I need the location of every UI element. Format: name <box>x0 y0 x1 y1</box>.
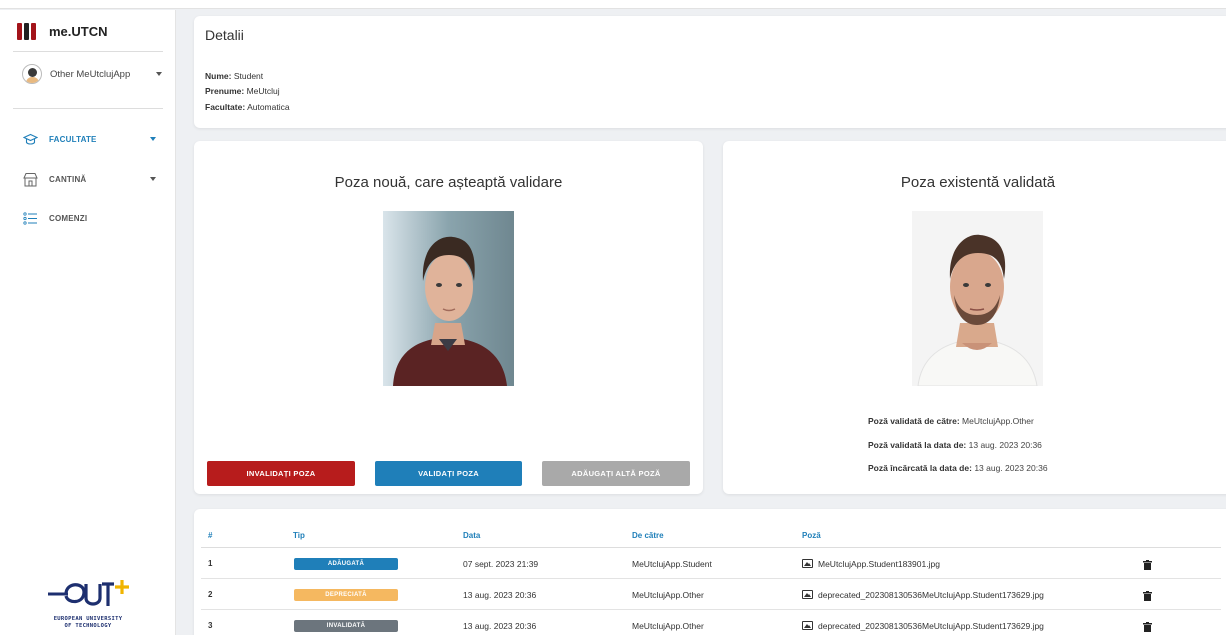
details-card: Detalii Nume: Student Prenume: MeUtcluj … <box>194 16 1226 128</box>
row-file-link[interactable]: deprecated_202308130536MeUtclujApp.Stude… <box>802 590 1044 600</box>
trash-icon[interactable] <box>1143 619 1152 632</box>
sidebar-item-facultate[interactable]: FACULTATE <box>22 129 156 149</box>
eut-logo-text-2: OF TECHNOLOGY <box>64 623 112 629</box>
validate-photo-button[interactable]: VALIDAȚI POZA <box>375 461 522 486</box>
user-menu[interactable]: Other MeUtclujApp <box>22 64 162 84</box>
image-icon <box>802 590 813 599</box>
sidebar-item-comenzi[interactable]: COMENZI <box>22 208 156 228</box>
existing-photo-title: Poza existentă validată <box>900 174 1056 191</box>
validated-by-row: Poză validată de către: MeUtclujApp.Othe… <box>868 416 1034 426</box>
chevron-down-icon <box>150 177 156 181</box>
graduation-cap-icon <box>22 131 38 147</box>
canteen-icon <box>22 171 38 187</box>
row-num: 1 <box>208 559 213 568</box>
eut-logo: EUROPEAN UNIVERSITY OF TECHNOLOGY <box>28 576 148 630</box>
row-file-link[interactable]: MeUtclujApp.Student183901.jpg <box>802 559 940 569</box>
validated-by-value: MeUtclujApp.Other <box>962 416 1034 426</box>
prenume-label: Prenume: <box>205 86 245 96</box>
photo-history-table: # Tip Data De către Poză 1 ADĂUGATĂ 07 s… <box>194 509 1226 635</box>
table-row: 2 DEPRECIATĂ 13 aug. 2023 20:36 MeUtcluj… <box>201 580 1221 610</box>
column-header-data[interactable]: Data <box>463 531 480 540</box>
new-photo-image <box>383 211 514 386</box>
validated-at-value: 13 aug. 2023 20:36 <box>968 440 1042 450</box>
divider <box>201 547 1221 548</box>
invalidate-photo-button[interactable]: INVALIDAȚI POZA <box>207 461 355 486</box>
chevron-down-icon <box>150 137 156 141</box>
top-bar <box>0 0 1226 9</box>
row-by: MeUtclujApp.Other <box>632 590 704 600</box>
nume-label: Nume: <box>205 71 232 81</box>
sidebar-item-label: FACULTATE <box>49 134 97 144</box>
sidebar-item-cantina[interactable]: CANTINĂ <box>22 169 156 189</box>
row-by: MeUtclujApp.Other <box>632 621 704 631</box>
column-header-de-catre[interactable]: De către <box>632 531 664 540</box>
facultate-label: Facultate: <box>205 102 246 112</box>
sidebar-item-label: CANTINĂ <box>49 174 87 184</box>
validated-by-label: Poză validată de către: <box>868 416 960 426</box>
row-date: 13 aug. 2023 20:36 <box>463 621 537 631</box>
eut-logo-text-1: EUROPEAN UNIVERSITY <box>53 616 123 622</box>
status-badge: ADĂUGATĂ <box>294 558 398 570</box>
divider <box>13 51 163 52</box>
row-file-name: deprecated_202308130536MeUtclujApp.Stude… <box>818 621 1044 631</box>
uploaded-at-row: Poză încărcată la data de: 13 aug. 2023 … <box>868 463 1048 473</box>
details-title: Detalii <box>205 27 244 43</box>
status-badge: INVALIDATĂ <box>294 620 398 632</box>
row-file-name: MeUtclujApp.Student183901.jpg <box>818 559 940 569</box>
eut-logo-mark <box>28 576 148 616</box>
uploaded-at-label: Poză încărcată la data de: <box>868 463 972 473</box>
row-num: 3 <box>208 621 213 630</box>
row-file-link[interactable]: deprecated_202308130536MeUtclujApp.Stude… <box>802 621 1044 631</box>
validated-at-label: Poză validată la data de: <box>868 440 967 450</box>
uploaded-at-value: 13 aug. 2023 20:36 <box>974 463 1048 473</box>
column-header-tip[interactable]: Tip <box>293 531 305 540</box>
trash-icon[interactable] <box>1143 557 1152 570</box>
column-header-poza[interactable]: Poză <box>802 531 821 540</box>
image-icon <box>802 559 813 568</box>
divider <box>13 108 163 109</box>
table-row: 1 ADĂUGATĂ 07 sept. 2023 21:39 MeUtclujA… <box>201 549 1221 579</box>
details-nume: Nume: Student <box>205 71 263 81</box>
sidebar-item-label: COMENZI <box>49 213 88 223</box>
row-date: 07 sept. 2023 21:39 <box>463 559 539 569</box>
new-photo-card: Poza nouă, care așteaptă validare INVALI… <box>194 141 703 494</box>
table-row: 3 INVALIDATĂ 13 aug. 2023 20:36 MeUtcluj… <box>201 611 1221 635</box>
details-prenume: Prenume: MeUtcluj <box>205 86 280 96</box>
row-by: MeUtclujApp.Student <box>632 559 712 569</box>
column-header-num[interactable]: # <box>208 531 212 540</box>
brand-name: me.UTCN <box>49 24 108 39</box>
prenume-value: MeUtcluj <box>246 86 280 96</box>
image-icon <box>802 621 813 630</box>
row-date: 13 aug. 2023 20:36 <box>463 590 537 600</box>
validated-at-row: Poză validată la data de: 13 aug. 2023 2… <box>868 440 1042 450</box>
add-photo-button[interactable]: ADĂUGAȚI ALTĂ POZĂ <box>542 461 690 486</box>
trash-icon[interactable] <box>1143 588 1152 601</box>
status-badge: DEPRECIATĂ <box>294 589 398 601</box>
brand[interactable]: me.UTCN <box>17 23 108 40</box>
facultate-value: Automatica <box>247 102 290 112</box>
sidebar: me.UTCN Other MeUtclujApp FACULTATE CANT… <box>0 10 176 635</box>
chevron-down-icon <box>156 72 162 76</box>
avatar <box>22 64 42 84</box>
details-facultate: Facultate: Automatica <box>205 102 290 112</box>
row-file-name: deprecated_202308130536MeUtclujApp.Stude… <box>818 590 1044 600</box>
existing-photo-image <box>912 211 1043 386</box>
utcn-logo-icon <box>17 23 37 40</box>
row-num: 2 <box>208 590 213 599</box>
list-icon <box>22 210 38 226</box>
user-name: Other MeUtclujApp <box>50 68 131 80</box>
nume-value: Student <box>233 71 264 81</box>
new-photo-title: Poza nouă, care așteaptă validare <box>334 174 563 191</box>
existing-photo-card: Poza existentă validată Poză validată de… <box>723 141 1226 494</box>
